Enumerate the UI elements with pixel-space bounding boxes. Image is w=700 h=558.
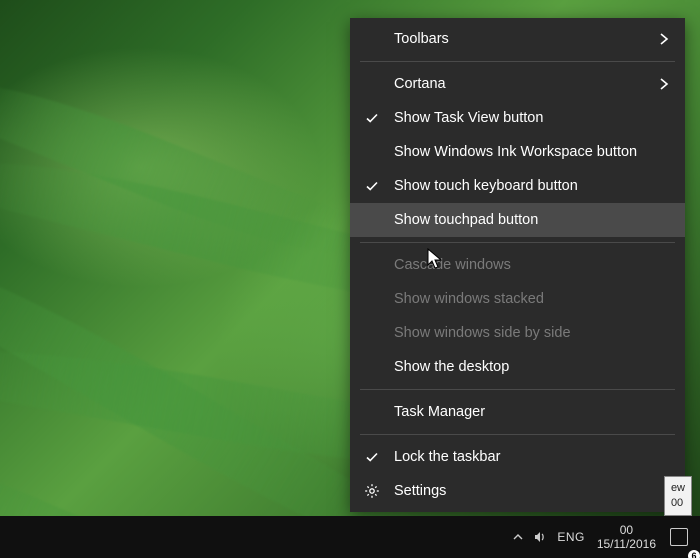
check-icon — [364, 110, 380, 126]
gear-icon — [362, 481, 382, 501]
menu-item-label: Show touchpad button — [394, 212, 671, 228]
taskbar[interactable]: ENG 00 15/11/2016 6 — [0, 516, 700, 558]
menu-item-label: Toolbars — [394, 31, 657, 47]
tray-date: 15/11/2016 — [597, 537, 656, 551]
menu-item-label: Show Task View button — [394, 110, 671, 126]
icon-placeholder — [362, 255, 382, 275]
menu-item-show-windows-ink-workspace-button[interactable]: Show Windows Ink Workspace button — [350, 135, 685, 169]
icon-placeholder — [362, 402, 382, 422]
menu-item-task-manager[interactable]: Task Manager — [350, 395, 685, 429]
menu-item-label: Lock the taskbar — [394, 449, 671, 465]
check-icon — [362, 447, 382, 467]
menu-item-label: Show touch keyboard button — [394, 178, 671, 194]
menu-item-lock-the-taskbar[interactable]: Lock the taskbar — [350, 440, 685, 474]
menu-item-cascade-windows: Cascade windows — [350, 248, 685, 282]
menu-separator — [360, 61, 675, 62]
menu-item-show-task-view-button[interactable]: Show Task View button — [350, 101, 685, 135]
speaker-icon — [533, 530, 547, 544]
taskbar-context-menu: Toolbars Cortana Show Task View button Show… — [350, 18, 685, 512]
menu-item-show-windows-stacked: Show windows stacked — [350, 282, 685, 316]
check-icon — [362, 108, 382, 128]
notification-count-badge: 6 — [688, 550, 700, 558]
chevron-right-icon — [657, 77, 671, 91]
gear-icon — [364, 483, 380, 499]
tray-tooltip-line2: 00 — [671, 496, 685, 511]
tray-icon-volume[interactable] — [529, 516, 551, 558]
menu-item-show-the-desktop[interactable]: Show the desktop — [350, 350, 685, 384]
notification-icon — [670, 528, 688, 546]
tray-tooltip: ew 00 — [664, 476, 692, 516]
tray-tooltip-line1: ew — [671, 481, 685, 496]
menu-item-show-windows-side-by-side: Show windows side by side — [350, 316, 685, 350]
menu-separator — [360, 242, 675, 243]
chevron-up-icon — [513, 532, 523, 542]
tray-language[interactable]: ENG — [551, 516, 591, 558]
icon-placeholder — [362, 210, 382, 230]
tray-action-center[interactable]: 6 — [662, 516, 696, 558]
icon-placeholder — [362, 142, 382, 162]
icon-placeholder — [362, 29, 382, 49]
submenu-chevron-icon — [657, 77, 671, 91]
check-icon — [362, 176, 382, 196]
icon-placeholder — [362, 74, 382, 94]
menu-item-label: Show Windows Ink Workspace button — [394, 144, 671, 160]
tray-overflow-chevron[interactable] — [507, 516, 529, 558]
chevron-right-icon — [657, 32, 671, 46]
menu-item-label: Settings — [394, 483, 671, 499]
check-icon — [364, 178, 380, 194]
icon-placeholder — [362, 323, 382, 343]
menu-item-label: Show windows stacked — [394, 291, 671, 307]
tray-clock: 00 — [620, 523, 633, 537]
icon-placeholder — [362, 289, 382, 309]
menu-item-label: Task Manager — [394, 404, 671, 420]
icon-placeholder — [362, 357, 382, 377]
menu-separator — [360, 389, 675, 390]
menu-item-toolbars[interactable]: Toolbars — [350, 22, 685, 56]
menu-item-label: Show windows side by side — [394, 325, 671, 341]
menu-separator — [360, 434, 675, 435]
menu-item-label: Cortana — [394, 76, 657, 92]
menu-item-show-touchpad-button[interactable]: Show touchpad button — [350, 203, 685, 237]
menu-item-label: Cascade windows — [394, 257, 671, 273]
submenu-chevron-icon — [657, 32, 671, 46]
menu-item-label: Show the desktop — [394, 359, 671, 375]
tray-language-label: ENG — [557, 530, 585, 544]
tray-clock-date[interactable]: 00 15/11/2016 — [591, 516, 662, 558]
menu-item-show-touch-keyboard-button[interactable]: Show touch keyboard button — [350, 169, 685, 203]
check-icon — [364, 449, 380, 465]
menu-item-cortana[interactable]: Cortana — [350, 67, 685, 101]
menu-item-settings[interactable]: Settings — [350, 474, 685, 508]
